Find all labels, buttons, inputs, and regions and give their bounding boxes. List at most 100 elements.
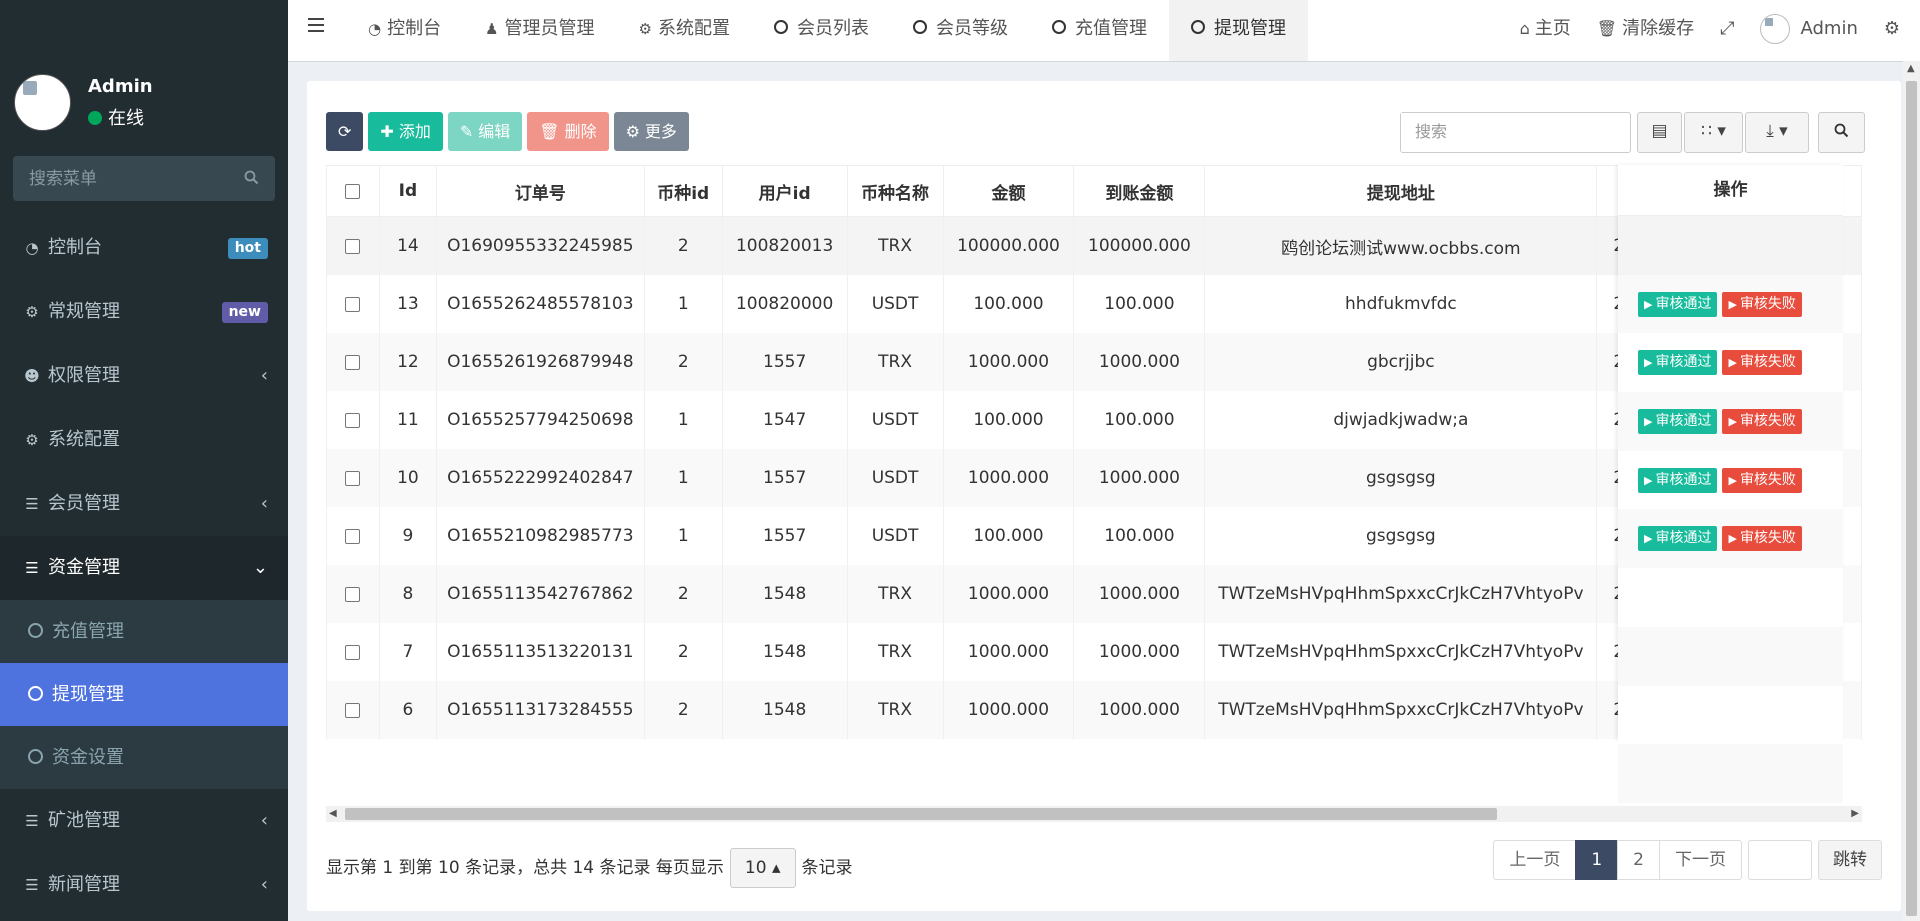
reject-button[interactable]: ▶ 审核失败: [1722, 291, 1802, 317]
sidebar-item-dashboard[interactable]: ◔ 控制台 hot: [0, 216, 288, 280]
column-header[interactable]: Id: [378, 165, 437, 217]
tab-dashboard[interactable]: ◔ 控制台: [346, 0, 463, 61]
tab-withdraw[interactable]: 提现管理: [1169, 0, 1308, 61]
search-icon[interactable]: [244, 170, 259, 190]
column-header[interactable]: 币种名称: [846, 165, 944, 217]
table-cell: 1000.000: [942, 449, 1075, 507]
tab-admin-manage[interactable]: ♟ 管理员管理: [463, 0, 616, 61]
table-cell: 2: [643, 216, 723, 275]
tab-system-config[interactable]: ⚙ 系统配置: [617, 0, 752, 61]
scroll-up-icon[interactable]: ▲: [1907, 63, 1915, 74]
sidebar-item-withdraw[interactable]: 提现管理: [0, 663, 288, 726]
approve-button[interactable]: ▶ 审核通过: [1638, 526, 1718, 552]
scroll-right-icon[interactable]: ▶: [1851, 808, 1859, 819]
ops-row: ▶ 审核通过 ▶ 审核失败: [1618, 509, 1843, 569]
sidebar-item-funds[interactable]: ☰ 资金管理 ⌄: [0, 536, 288, 600]
reject-label: 审核失败: [1739, 295, 1796, 312]
tab-recharge[interactable]: 充值管理: [1030, 0, 1169, 61]
reject-button[interactable]: ▶ 审核失败: [1722, 350, 1802, 376]
prev-page-button[interactable]: 上一页: [1493, 840, 1577, 880]
nav-tabs: ◔ 控制台 ♟ 管理员管理 ⚙ 系统配置 会员列表 会员等级 充值管理 提现管理: [346, 0, 1308, 61]
approve-button[interactable]: ▶ 审核通过: [1638, 408, 1718, 434]
sidebar-toggle-icon[interactable]: [308, 18, 324, 32]
table-cell: 14: [378, 216, 437, 275]
reject-button[interactable]: ▶ 审核失败: [1722, 408, 1802, 434]
horizontal-scrollbar[interactable]: ◀ ▶: [326, 806, 1862, 822]
horizontal-scroll-thumb[interactable]: [345, 808, 1497, 820]
vertical-scroll-thumb[interactable]: [1906, 81, 1917, 916]
sidebar-item-mining[interactable]: ☰ 矿池管理 ‹: [0, 789, 288, 853]
column-header[interactable]: 币种id: [643, 165, 723, 217]
sidebar-search-input[interactable]: [13, 156, 239, 201]
sidebar-item-system-config[interactable]: ⚙ 系统配置: [0, 408, 288, 472]
row-checkbox[interactable]: [345, 528, 361, 544]
user-name: Admin: [88, 76, 153, 97]
column-header[interactable]: 金额: [942, 165, 1075, 217]
column-header[interactable]: 用户id: [721, 165, 848, 217]
jump-button[interactable]: 跳转: [1818, 840, 1882, 880]
edit-button[interactable]: ✎ 编辑: [447, 112, 523, 151]
settings-button[interactable]: ⚙: [1871, 0, 1920, 61]
columns-button[interactable]: ∷ ▾: [1684, 112, 1743, 153]
page-1-button[interactable]: 1: [1575, 840, 1619, 880]
table-cell: 1557: [721, 507, 848, 565]
table-cell: 1000.000: [942, 681, 1075, 739]
approve-label: 审核通过: [1655, 471, 1712, 488]
sidebar-item-recharge[interactable]: 充值管理: [0, 600, 288, 663]
select-all-checkbox[interactable]: [345, 183, 361, 199]
home-label: 主页: [1534, 18, 1571, 39]
approve-button[interactable]: ▶ 审核通过: [1638, 467, 1718, 493]
row-checkbox[interactable]: [345, 238, 361, 254]
toggle-view-button[interactable]: ▤: [1637, 112, 1682, 153]
table-cell: TRX: [846, 216, 944, 275]
sidebar: Admin 在线 ◔ 控制台 hot ⚙ 常规管理 new ☻ 权限管理 ‹ ⚙ 系统配…: [0, 0, 288, 921]
row-checkbox[interactable]: [345, 354, 361, 370]
fullscreen-button[interactable]: ⤢: [1707, 0, 1747, 61]
row-checkbox[interactable]: [345, 470, 361, 486]
sidebar-item-permissions[interactable]: ☻ 权限管理 ‹: [0, 344, 288, 408]
table-cell: 1000.000: [942, 333, 1075, 391]
tab-label: 会员列表: [797, 18, 869, 39]
sidebar-item-news[interactable]: ☰ 新闻管理 ‹: [0, 853, 288, 917]
table-search-input[interactable]: [1401, 113, 1615, 150]
admin-menu[interactable]: Admin: [1747, 0, 1870, 61]
export-button[interactable]: ⤓ ▾: [1745, 112, 1809, 153]
add-button[interactable]: ✚ 添加: [368, 112, 443, 151]
column-header[interactable]: 到账金额: [1073, 165, 1206, 217]
scroll-left-icon[interactable]: ◀: [329, 808, 337, 819]
table-cell: 2: [643, 333, 723, 391]
refresh-button[interactable]: ⟳: [326, 112, 364, 151]
vertical-scrollbar[interactable]: ▲: [1903, 61, 1920, 921]
row-checkbox[interactable]: [345, 412, 361, 428]
pencil-icon: ✎: [459, 122, 474, 141]
row-checkbox[interactable]: [345, 586, 361, 602]
next-page-button[interactable]: 下一页: [1659, 840, 1742, 880]
page-2-button[interactable]: 2: [1617, 840, 1660, 880]
reject-button[interactable]: ▶ 审核失败: [1722, 526, 1802, 552]
list-icon: ☰: [25, 876, 39, 894]
table-cell: 1548: [721, 681, 848, 739]
row-checkbox[interactable]: [345, 702, 361, 718]
row-checkbox[interactable]: [345, 296, 361, 312]
pagination-info: 显示第 1 到第 10 条记录，总共 14 条记录 每页显示 10 ▴ 条记录: [326, 848, 853, 888]
advanced-search-button[interactable]: [1818, 112, 1865, 153]
hot-badge: hot: [227, 237, 268, 259]
sidebar-item-members[interactable]: ☰ 会员管理 ‹: [0, 472, 288, 536]
tab-member-list[interactable]: 会员列表: [752, 0, 891, 61]
approve-button[interactable]: ▶ 审核通过: [1638, 291, 1718, 317]
clear-cache-button[interactable]: 🗑 清除缓存: [1584, 0, 1707, 61]
more-button[interactable]: ⚙ 更多: [613, 112, 689, 151]
row-checkbox[interactable]: [345, 644, 361, 660]
jump-page-input[interactable]: [1748, 840, 1812, 880]
table-cell: 6: [378, 681, 437, 739]
page-size-select[interactable]: 10 ▴: [729, 848, 796, 888]
column-header[interactable]: 订单号: [435, 165, 645, 217]
tab-member-level[interactable]: 会员等级: [891, 0, 1030, 61]
sidebar-item-fund-settings[interactable]: 资金设置: [0, 726, 288, 789]
approve-button[interactable]: ▶ 审核通过: [1638, 350, 1718, 376]
reject-button[interactable]: ▶ 审核失败: [1722, 467, 1802, 493]
column-header[interactable]: 提现地址: [1204, 165, 1598, 217]
sidebar-item-general[interactable]: ⚙ 常规管理 new: [0, 280, 288, 344]
delete-button[interactable]: 🗑 删除: [527, 112, 609, 151]
home-link[interactable]: ⌂ 主页: [1507, 0, 1584, 61]
